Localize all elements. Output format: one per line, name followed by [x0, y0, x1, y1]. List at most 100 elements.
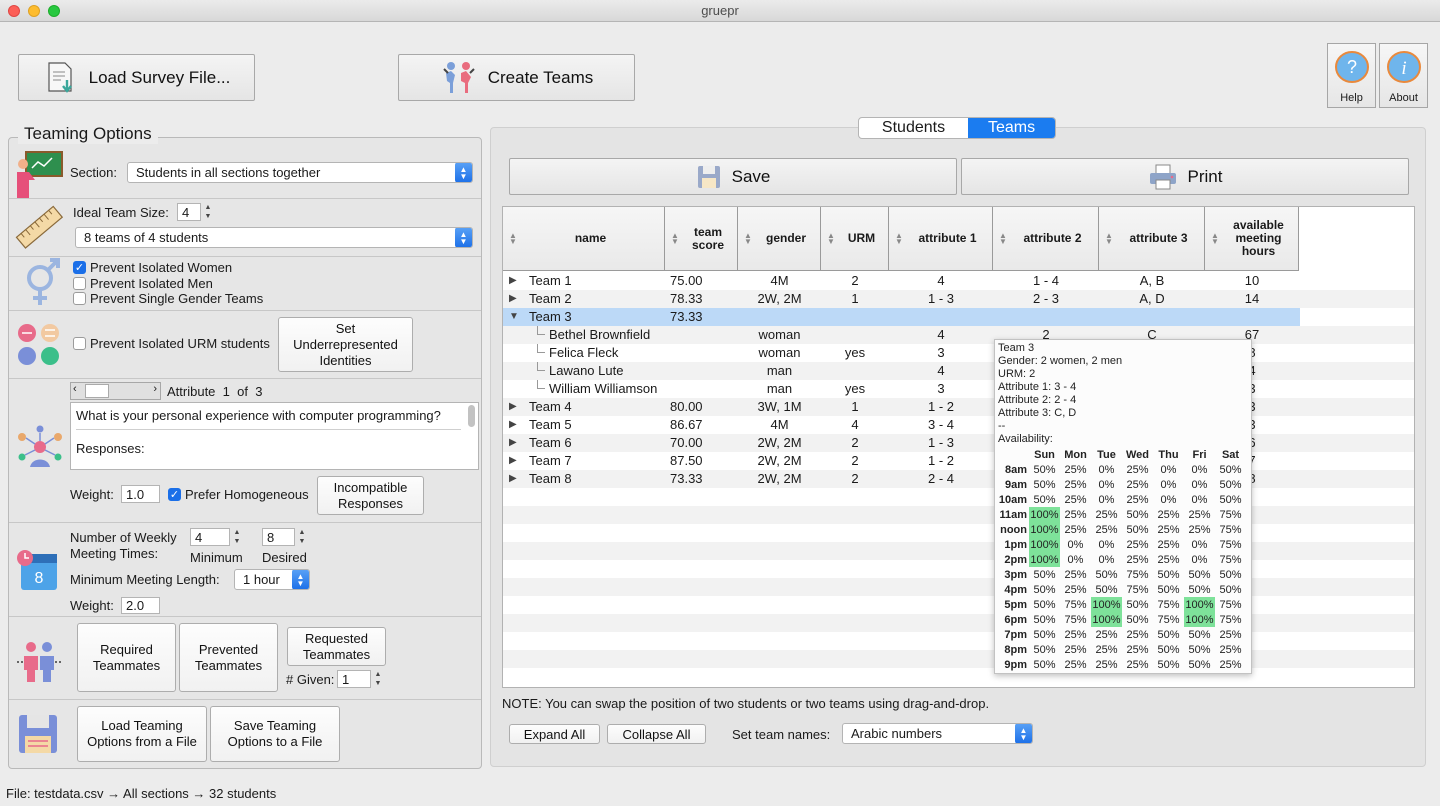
column-header[interactable]: ▲ ▼ URM [821, 207, 889, 271]
expand-triangle-icon[interactable]: ▶ [509, 290, 517, 308]
availability-cell: 50% [1188, 643, 1211, 656]
column-header[interactable]: ▲ ▼ attribute 1 [889, 207, 993, 271]
name-cell: Team 2 [529, 291, 572, 306]
load-survey-button[interactable]: Load Survey File... [18, 54, 255, 101]
urm-cell: 2 [851, 471, 859, 486]
prevent-isolated-women-label: Prevent Isolated Women [90, 260, 233, 275]
ideal-team-size-spinbox[interactable]: 4 [177, 203, 201, 221]
incompatible-responses-button[interactable]: Incompatible Responses [317, 476, 424, 515]
desired-meetings-spinbox[interactable]: 8 [262, 528, 295, 546]
save-disk-icon [697, 165, 720, 188]
name-cell: Lawano Lute [549, 363, 624, 378]
attribute-counter: Attribute 1 of 3 [167, 384, 263, 399]
availability-cell: 25% [1126, 493, 1149, 506]
attribute-weight-input[interactable]: 1.0 [121, 485, 160, 503]
close-window-button[interactable] [8, 5, 20, 17]
team-count-select[interactable]: 8 teams of 4 students ▲ ▼ [75, 227, 473, 248]
expand-triangle-icon[interactable]: ▶ [509, 398, 517, 416]
question-scrollbar[interactable] [468, 405, 475, 427]
attribute1-cell: 3 [937, 345, 945, 360]
team-row[interactable]: ▶ Team 1 75.00 4M 2 4 1 - 4 A, B 10 [503, 272, 1300, 290]
column-header[interactable]: ▲ ▼ team score [665, 207, 738, 271]
save-teams-button[interactable]: Save [509, 158, 957, 195]
min-meeting-length-select[interactable]: 1 hour ▲ ▼ [234, 569, 310, 590]
expand-triangle-icon[interactable]: ▶ [509, 452, 517, 470]
urm-cell: yes [844, 381, 866, 396]
tab-teams[interactable]: Teams [968, 118, 1055, 138]
expand-triangle-icon[interactable]: ▶ [509, 434, 517, 452]
scrollbar-thumb[interactable] [85, 384, 109, 398]
required-teammates-button[interactable]: Required Teammates [77, 623, 176, 692]
zoom-window-button[interactable] [48, 5, 60, 17]
availability-cell: 25% [1064, 658, 1087, 671]
section-select[interactable]: Students in all sections together ▲ ▼ [127, 162, 473, 183]
attribute1-cell: 4 [937, 273, 945, 288]
expand-triangle-icon[interactable]: ▶ [509, 470, 517, 488]
column-header[interactable]: ▲ ▼ available meeting hours [1205, 207, 1299, 271]
team-names-select[interactable]: Arabic numbers ▲ ▼ [842, 723, 1033, 744]
schedule-weight-input[interactable]: 2.0 [121, 597, 160, 614]
prevent-isolated-women-checkbox[interactable]: ✓ [73, 261, 86, 274]
availability-cell: 50% [1219, 478, 1242, 491]
prevent-isolated-urm-checkbox[interactable] [73, 337, 86, 350]
gender-cell: man [766, 363, 793, 378]
prevent-isolated-men-checkbox[interactable] [73, 277, 86, 290]
about-button[interactable]: i About [1379, 43, 1428, 108]
save-options-button[interactable]: Save Teaming Options to a File [210, 706, 340, 762]
prefer-homogeneous-checkbox[interactable]: ✓ [168, 488, 181, 501]
gender-cell: woman [758, 345, 801, 360]
urm-cell: 1 [851, 291, 859, 306]
desired-label: Desired [262, 550, 307, 565]
svg-text:?: ? [1346, 57, 1356, 77]
help-button[interactable]: ? Help [1327, 43, 1376, 108]
requested-teammates-button[interactable]: Requested Teammates [287, 627, 386, 666]
availability-cell: 50% [1126, 598, 1149, 611]
set-underrepresented-button[interactable]: Set Underrepresented Identities [278, 317, 413, 372]
scroll-left-arrow-icon[interactable]: ‹ [73, 383, 77, 395]
scroll-right-arrow-icon[interactable]: › [153, 383, 157, 395]
expand-all-button[interactable]: Expand All [509, 724, 600, 744]
availability-cell: 50% [1157, 643, 1180, 656]
sort-arrows-icon: ▲ ▼ [1105, 231, 1113, 246]
team-row[interactable]: ▼ Team 3 73.33 [503, 308, 1300, 326]
attribute-scrollbar[interactable]: ‹ › [70, 382, 161, 400]
minimize-window-button[interactable] [28, 5, 40, 17]
collapse-all-button[interactable]: Collapse All [607, 724, 706, 744]
team-row[interactable]: ▶ Team 2 78.33 2W, 2M 1 1 - 3 2 - 3 A, D 14 [503, 290, 1300, 308]
column-header[interactable]: ▲ ▼ name [503, 207, 665, 271]
given-count-spinbox[interactable]: 1 [337, 670, 371, 688]
min-meetings-spinbox[interactable]: 4 [190, 528, 230, 546]
expand-triangle-icon[interactable]: ▶ [509, 272, 517, 290]
given-count-stepper[interactable]: ▲ ▼ [373, 670, 383, 688]
tooltip-line: Attribute 1: 3 - 4 [998, 381, 1077, 393]
column-header[interactable]: ▲ ▼ attribute 3 [1099, 207, 1205, 271]
expand-triangle-icon[interactable]: ▶ [509, 416, 517, 434]
load-options-button[interactable]: Load Teaming Options from a File [77, 706, 207, 762]
print-teams-button[interactable]: Print [961, 158, 1409, 195]
availability-cell: 0% [1160, 478, 1177, 491]
tab-students[interactable]: Students [859, 118, 968, 138]
teammates-pair-icon [17, 642, 61, 682]
min-meetings-stepper[interactable]: ▲ ▼ [232, 528, 242, 546]
prevented-teammates-button[interactable]: Prevented Teammates [179, 623, 278, 692]
tree-branch-line [537, 326, 545, 335]
availability-cell: 25% [1064, 478, 1087, 491]
availability-cell: 25% [1157, 508, 1180, 521]
column-header[interactable]: ▲ ▼ gender [738, 207, 821, 271]
attribute-responses-label: Responses: [76, 441, 145, 456]
weekly-meeting-label-2: Meeting Times: [70, 546, 159, 561]
availability-cell: 25% [1095, 628, 1118, 641]
collapse-triangle-icon[interactable]: ▼ [509, 308, 519, 326]
attribute-question-box[interactable]: What is your personal experience with co… [70, 402, 479, 470]
network-person-icon [18, 425, 62, 467]
tooltip-line: Gender: 2 women, 2 men [998, 355, 1123, 367]
column-header[interactable]: ▲ ▼ attribute 2 [993, 207, 1099, 271]
create-teams-button[interactable]: Create Teams [398, 54, 635, 101]
availability-cell: 50% [1033, 583, 1056, 596]
teams-table[interactable]: ▲ ▼ name ▲ ▼ team score ▲ ▼ gender ▲ ▼ URM ▲ ▼ attribu… [502, 206, 1415, 688]
attribute1-cell: 2 - 4 [927, 471, 954, 486]
team-size-stepper[interactable]: ▲ ▼ [203, 203, 213, 221]
prevent-single-gender-checkbox[interactable] [73, 292, 86, 305]
score-cell: 86.67 [670, 417, 703, 432]
desired-meetings-stepper[interactable]: ▲ ▼ [297, 528, 307, 546]
